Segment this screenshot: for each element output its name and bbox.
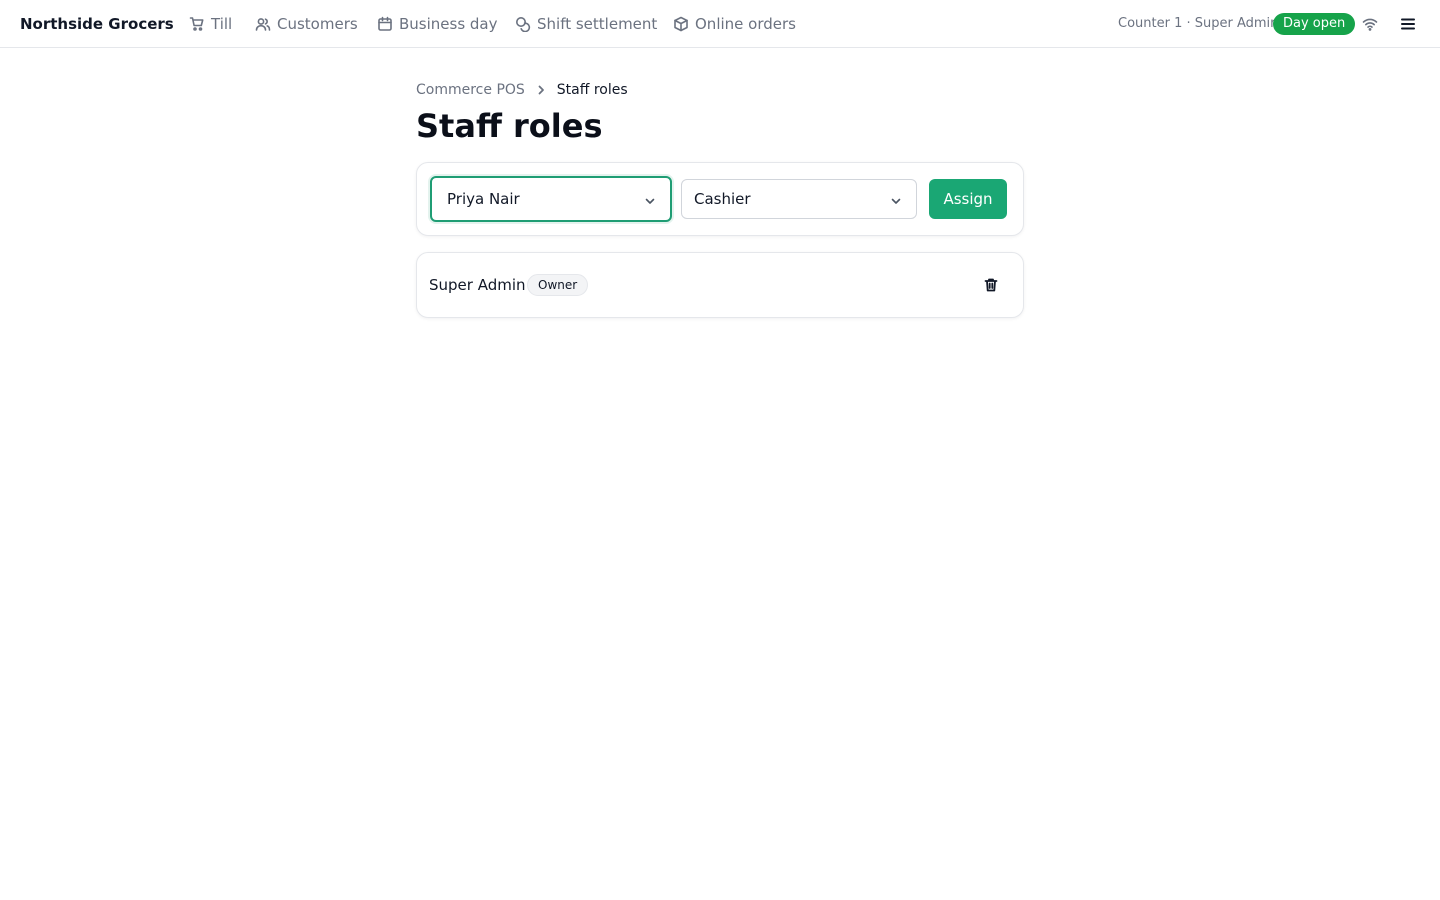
roles-list-card: Super Admin Owner [416, 252, 1024, 318]
nav-customers[interactable]: Customers [255, 13, 358, 35]
counter-user-label: Counter 1 · Super Admin [1118, 16, 1279, 31]
assign-button[interactable]: Assign [929, 179, 1007, 219]
trash-icon [984, 278, 998, 292]
chevron-down-icon [644, 193, 656, 205]
nav-online-orders[interactable]: Online orders [673, 13, 796, 35]
breadcrumb-current: Staff roles [556, 82, 628, 98]
list-item: Super Admin Owner [417, 253, 1023, 317]
brand-name: Northside Grocers [20, 15, 174, 33]
breadcrumb: Commerce POS Staff roles [416, 80, 628, 100]
nav-business-day-label: Business day [399, 15, 498, 33]
assign-role-card: Priya Nair Cashier Assign [416, 162, 1024, 236]
wifi-icon [1362, 16, 1378, 32]
role-select-value: Cashier [694, 190, 751, 208]
top-navbar: Northside Grocers Till Customers Busines… [0, 0, 1440, 48]
coins-icon [516, 17, 531, 32]
nav-till[interactable]: Till [189, 13, 232, 35]
staff-select[interactable]: Priya Nair [430, 176, 672, 222]
menu-icon[interactable] [1399, 15, 1417, 33]
nav-shift-settlement-label: Shift settlement [537, 15, 658, 33]
role-holder-name: Super Admin [429, 276, 526, 294]
breadcrumb-commerce-pos[interactable]: Commerce POS [416, 82, 525, 98]
nav-business-day[interactable]: Business day [377, 13, 498, 35]
nav-customers-label: Customers [277, 15, 358, 33]
page-title: Staff roles [416, 107, 603, 145]
staff-select-value: Priya Nair [447, 190, 520, 208]
chevron-down-icon [890, 193, 902, 205]
nav-shift-settlement[interactable]: Shift settlement [515, 13, 657, 35]
day-status-badge: Day open [1273, 13, 1356, 35]
delete-role-button[interactable] [981, 275, 1001, 295]
role-select[interactable]: Cashier [681, 179, 917, 219]
cart-icon [189, 17, 204, 31]
nav-till-label: Till [211, 15, 233, 33]
role-badge: Owner [527, 274, 589, 296]
chevron-right-icon [535, 84, 547, 96]
users-icon [255, 18, 271, 31]
nav-online-orders-label: Online orders [695, 15, 796, 33]
package-icon [674, 16, 688, 32]
calendar-icon [378, 16, 392, 31]
